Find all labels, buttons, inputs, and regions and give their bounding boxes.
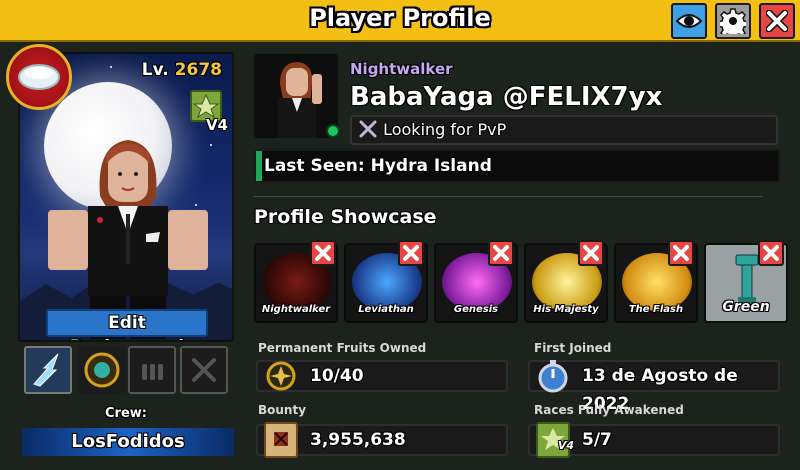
- close-icon: [403, 245, 419, 261]
- showcase-caption: Genesis: [453, 304, 499, 315]
- bounty-value: 3,955,638: [310, 430, 406, 450]
- level-display: Lv. 2678: [142, 60, 222, 80]
- close-icon: [766, 10, 788, 32]
- remove-showcase-5-button[interactable]: [668, 240, 694, 266]
- profile-avatar: [254, 54, 338, 138]
- lightning-icon: [26, 348, 70, 392]
- races-label: Races Fully Awakened: [534, 403, 684, 417]
- crew-name[interactable]: LosFodidos: [22, 428, 234, 456]
- player-name-row: BabaYaga @FELIX7yx: [350, 82, 662, 112]
- close-icon: [493, 245, 509, 261]
- joined-label: First Joined: [534, 341, 612, 355]
- online-status-dot: [326, 124, 340, 138]
- races-box: V4 5/7: [528, 422, 780, 458]
- crossed-swords-icon: [359, 120, 377, 138]
- display-name: BabaYaga: [350, 82, 494, 112]
- joined-box: 13 de Agosto de 2022: [528, 358, 780, 414]
- showcase-caption: Leviathan: [358, 304, 414, 315]
- fruits-label: Permanent Fruits Owned: [258, 341, 427, 355]
- ability-slot-emblem[interactable]: [78, 346, 126, 394]
- last-seen-location: Hydra Island: [370, 156, 492, 176]
- ability-slot-empty-2[interactable]: [180, 346, 228, 394]
- username: @FELIX7yx: [502, 82, 663, 112]
- gear-icon: [720, 8, 746, 34]
- close-icon: [583, 245, 599, 261]
- showcase-caption: Nightwalker: [261, 304, 331, 315]
- eye-icon: [675, 14, 703, 28]
- edit-background-button[interactable]: Edit Background: [46, 309, 208, 340]
- character-avatar: [48, 140, 208, 339]
- eye-button[interactable]: [671, 3, 707, 39]
- remove-showcase-4-button[interactable]: [578, 240, 604, 266]
- crew-label: Crew:: [105, 406, 147, 421]
- close-button[interactable]: [759, 3, 795, 39]
- race-awakened-icon: V4: [536, 422, 574, 458]
- bullets-icon: [142, 364, 163, 380]
- bounty-box: 3,955,638: [256, 422, 508, 458]
- ability-slot-lightning[interactable]: [24, 346, 72, 394]
- emblem-icon: [84, 352, 120, 388]
- divider: [254, 196, 762, 197]
- header-bar: Player Profile: [0, 0, 800, 42]
- fruit-icon: [264, 358, 298, 394]
- remove-showcase-3-button[interactable]: [488, 240, 514, 266]
- showcase-caption: His Majesty: [533, 304, 599, 315]
- fruits-box: 10/40: [256, 360, 508, 392]
- wanted-poster-icon: [264, 422, 298, 458]
- status-box: Looking for PvP: [350, 115, 778, 145]
- fruits-value: 10/40: [310, 366, 364, 386]
- showcase-caption: The Flash: [628, 304, 684, 315]
- level-value: 2678: [174, 60, 222, 80]
- level-prefix: Lv.: [141, 60, 169, 80]
- stopwatch-icon: [536, 358, 570, 394]
- remove-showcase-1-button[interactable]: [310, 240, 336, 266]
- ability-slot-empty-1[interactable]: [128, 346, 176, 394]
- last-seen-accent: [256, 151, 262, 181]
- status-text: Looking for PvP: [383, 120, 507, 139]
- last-seen-label: Last Seen:: [264, 156, 365, 176]
- bounty-label: Bounty: [258, 403, 307, 417]
- close-icon: [315, 245, 331, 261]
- races-value: 5/7: [582, 430, 612, 450]
- remove-showcase-6-button[interactable]: [758, 240, 784, 266]
- sword-icon: [192, 358, 216, 382]
- close-icon: [763, 245, 779, 261]
- showcase-title: Profile Showcase: [254, 206, 437, 228]
- race-version-badge: V4: [557, 439, 574, 452]
- close-icon: [673, 245, 689, 261]
- fruit-emblem-icon: [6, 44, 72, 110]
- remove-showcase-2-button[interactable]: [398, 240, 424, 266]
- settings-button[interactable]: [715, 3, 751, 39]
- player-title: Nightwalker: [350, 60, 453, 78]
- last-seen-box: Last Seen: Hydra Island: [254, 149, 780, 183]
- showcase-caption: Green: [722, 299, 770, 315]
